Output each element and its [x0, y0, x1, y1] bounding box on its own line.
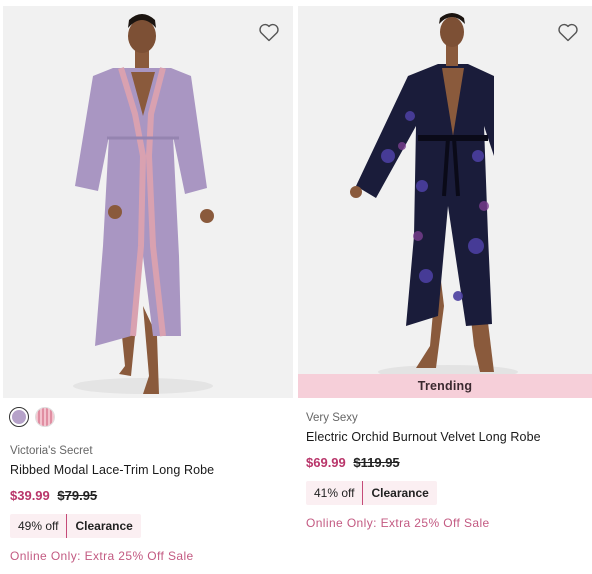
price-row: $39.99 $79.95 [10, 488, 290, 503]
product-image-1[interactable] [3, 6, 293, 398]
discount-badge: 41% off Clearance [306, 481, 437, 505]
swatch-lavender[interactable] [9, 407, 29, 427]
product-name-link[interactable]: Electric Orchid Burnout Velvet Long Robe [306, 430, 541, 444]
promo-text: Online Only: Extra 25% Off Sale [10, 549, 194, 563]
product-brand: Victoria's Secret [10, 445, 93, 457]
product-image-2[interactable]: Trending [298, 6, 592, 398]
product-brand-1-wrap: Victoria's Secret [10, 441, 290, 459]
sale-price: $39.99 [10, 488, 50, 503]
heart-outline-icon[interactable] [556, 20, 580, 44]
clearance-label: Clearance [75, 519, 133, 533]
original-price: $79.95 [57, 488, 98, 503]
sale-price: $69.99 [306, 455, 346, 470]
discount-percent: 49% off [10, 514, 68, 538]
color-swatches [9, 407, 55, 427]
original-price: $119.95 [353, 455, 400, 470]
clearance-label: Clearance [371, 486, 429, 500]
price-row: $69.99 $119.95 [306, 455, 586, 470]
discount-badge: 49% off Clearance [10, 514, 141, 538]
product-photo-1 [3, 6, 293, 398]
heart-outline-icon[interactable] [257, 20, 281, 44]
discount-percent: 41% off [306, 481, 364, 505]
product-name-link[interactable]: Ribbed Modal Lace-Trim Long Robe [10, 463, 214, 477]
trending-badge: Trending [298, 374, 592, 398]
product-photo-2 [298, 6, 592, 398]
product-brand: Very Sexy [306, 412, 358, 424]
swatch-pink[interactable] [35, 407, 55, 427]
promo-text: Online Only: Extra 25% Off Sale [306, 516, 490, 530]
